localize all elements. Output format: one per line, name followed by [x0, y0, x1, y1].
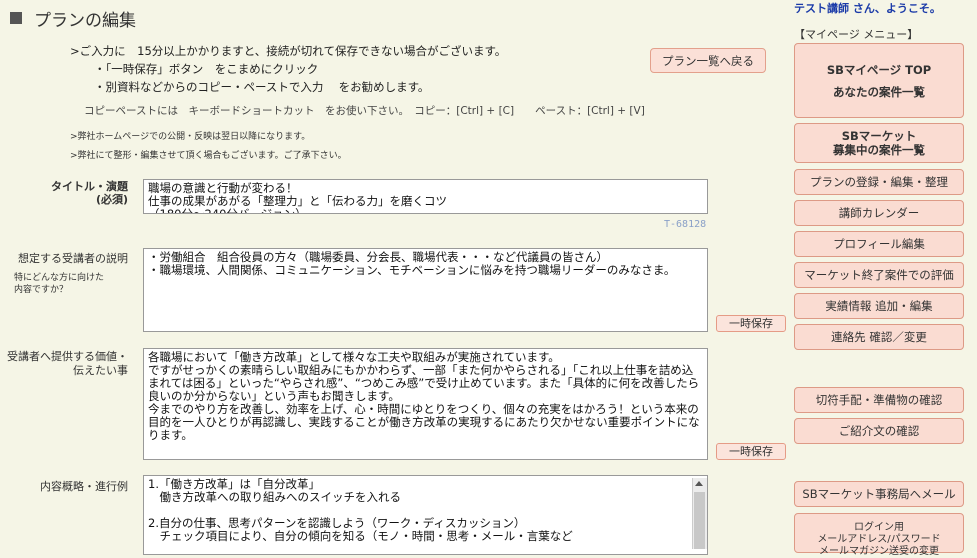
plan-id-text: T-68128	[664, 219, 707, 230]
sidebar-item-achievements[interactable]: 実績情報 追加・編集	[794, 293, 964, 319]
temp-save-button-2[interactable]: 一時保存	[716, 443, 786, 460]
mypage-menu-title: 【マイページ メニュー】	[794, 28, 919, 41]
back-to-plan-list-button[interactable]: プラン一覧へ戻る	[650, 48, 766, 73]
page-title: プランの編集	[34, 10, 136, 31]
sidebar-item-mypage-top[interactable]: SBマイページ TOP あなたの案件一覧	[794, 43, 964, 118]
sidebar-item-introduction[interactable]: ご紹介文の確認	[794, 418, 964, 444]
value-field-label: 受講者へ提供する価値・ 伝えたい事	[7, 350, 128, 377]
sidebar-item-label: ログイン用 メールアドレス/パスワード メールマガジン送受の変更	[817, 522, 941, 557]
notice-temp-save: ・「一時保存」ボタン をこまめにクリック	[94, 62, 319, 76]
required-marker: (必須)	[95, 193, 128, 206]
sidebar-item-plan-register[interactable]: プランの登録・編集・整理	[794, 169, 964, 195]
outline-textarea[interactable]: 1.「働き方改革」は「自分改革」 働き方改革への取り組みへのスイッチを入れる 2…	[143, 475, 708, 555]
sidebar-item-contact[interactable]: 連絡先 確認／変更	[794, 324, 964, 350]
notice-shortcut: コピーペーストには キーボードショートカット をお使い下さい。 コピー：[Ctr…	[84, 105, 645, 117]
audience-field-label: 想定する受講者の説明	[18, 252, 128, 265]
sidebar-item-tickets[interactable]: 切符手配・準備物の確認	[794, 387, 964, 413]
sidebar-item-label: SBマイページ TOP あなたの案件一覧	[826, 62, 932, 99]
title-square-icon	[10, 12, 22, 24]
title-field-label: タイトル・演題 (必須)	[40, 180, 128, 206]
audience-textarea[interactable]: ・労働組合 組合役員の方々（職場委員、分会長、職場代表・・・など代議員の皆さん）…	[143, 248, 708, 332]
scroll-thumb[interactable]	[694, 492, 705, 549]
notice-editing: >弊社にて整形・編集させて頂く場合もございます。ご了承下さい。	[70, 151, 347, 161]
sidebar-item-market-list[interactable]: SBマーケット 募集中の案件一覧	[794, 123, 964, 163]
notice-publish: >弊社ホームページでの公開・反映は翌日以降になります。	[70, 132, 311, 142]
sidebar-item-office-mail[interactable]: SBマーケット事務局へメール	[794, 481, 964, 507]
sidebar-item-label: SBマーケット 募集中の案件一覧	[833, 129, 925, 157]
title-label-text: タイトル・演題	[51, 180, 128, 193]
value-textarea[interactable]: 各職場において「働き方改革」として様々な工夫や取組みが実施されています。 ですが…	[143, 348, 708, 460]
notice-timeout: >ご入力に 15分以上かかりますと、接続が切れて保存できない場合がございます。	[70, 44, 507, 58]
temp-save-button-1[interactable]: 一時保存	[716, 315, 786, 332]
title-textarea[interactable]: 職場の意識と行動が変わる！ 仕事の成果があがる「整理力」と「伝わる力」を磨くコツ…	[143, 179, 708, 214]
sidebar-item-evaluation[interactable]: マーケット終了案件での評価	[794, 262, 964, 288]
sidebar-item-profile[interactable]: プロフィール編集	[794, 231, 964, 257]
notice-copy-paste: ・別資料などからのコピー・ペーストで入力 をお勧めします。	[94, 80, 430, 94]
page-header: プランの編集	[10, 6, 136, 31]
outline-field-label: 内容概略・進行例	[40, 480, 128, 493]
outline-scrollbar[interactable]	[692, 478, 707, 549]
audience-field-sublabel: 特にどんな方に向けた 内容ですか？	[14, 273, 105, 295]
welcome-message: テスト講師 さん、ようこそ。	[794, 2, 941, 15]
scroll-up-arrow-icon[interactable]	[695, 481, 703, 486]
sidebar-item-login-settings[interactable]: ログイン用 メールアドレス/パスワード メールマガジン送受の変更	[794, 513, 964, 557]
sidebar-item-calendar[interactable]: 講師カレンダー	[794, 200, 964, 226]
